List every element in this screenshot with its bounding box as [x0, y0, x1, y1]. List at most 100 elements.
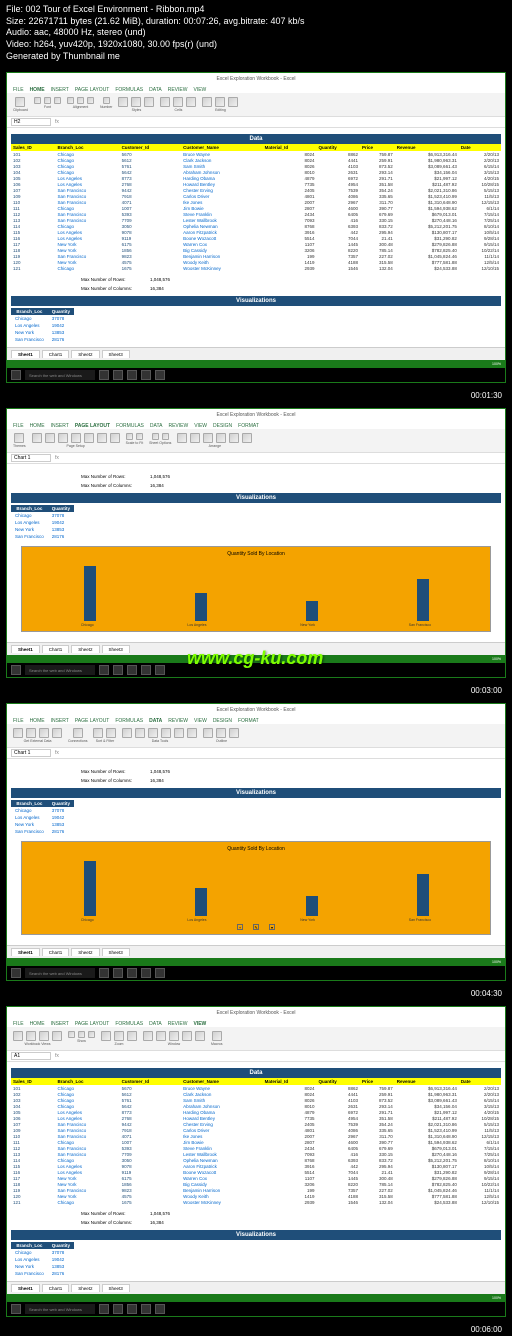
bring-forward-icon[interactable] [177, 433, 187, 443]
tab-pagelayout[interactable]: PAGE LAYOUT [75, 423, 110, 429]
table-row[interactable]: 121Chicago1675Wooster McKinney2939154613… [11, 265, 501, 271]
list-item[interactable]: Chicago37078 [11, 315, 74, 322]
size-icon[interactable] [58, 433, 68, 443]
format-table-icon[interactable] [131, 97, 141, 107]
bar[interactable] [306, 896, 318, 917]
bar[interactable] [84, 566, 96, 622]
chart-elements-icon[interactable]: + [237, 924, 243, 930]
tab-insert[interactable]: INSERT [51, 87, 69, 93]
tab-view[interactable]: VIEW [193, 1021, 206, 1027]
list-item[interactable]: New York13853 [11, 821, 74, 828]
underline-icon[interactable] [54, 97, 61, 104]
width-icon[interactable] [126, 433, 133, 440]
group-outline-icon[interactable] [203, 728, 213, 738]
align-left-icon[interactable] [67, 97, 74, 104]
format-cells-icon[interactable] [186, 97, 196, 107]
whatif-icon[interactable] [187, 728, 197, 738]
sheet-tab-4[interactable]: Sheet3 [102, 350, 130, 358]
bar-chart-selected[interactable]: Quantity Sold By Location ChicagoLos Ang… [21, 841, 491, 935]
normal-view-icon[interactable] [13, 1031, 23, 1041]
send-backward-icon[interactable] [190, 433, 200, 443]
headings-show-icon[interactable] [88, 1031, 95, 1038]
sort-icon[interactable] [93, 728, 103, 738]
data-validation-icon[interactable] [161, 728, 171, 738]
autosum-icon[interactable] [202, 97, 212, 107]
arrange-all-icon[interactable] [156, 1031, 166, 1041]
explorer-icon[interactable] [127, 370, 137, 380]
bold-icon[interactable] [34, 97, 41, 104]
table-row[interactable]: 121Chicago1675Wooster McKinney2939154613… [11, 1199, 501, 1205]
list-item[interactable]: New York13853 [11, 1263, 74, 1270]
bar[interactable] [417, 579, 429, 621]
breaks-icon[interactable] [84, 433, 94, 443]
list-item[interactable]: Chicago37078 [11, 512, 74, 519]
freeze-panes-icon[interactable] [169, 1031, 179, 1041]
list-item[interactable]: Los Angeles19042 [11, 1256, 74, 1263]
list-item[interactable]: Los Angeles19042 [11, 322, 74, 329]
sort-filter-icon[interactable] [215, 97, 225, 107]
orientation-icon[interactable] [45, 433, 55, 443]
sheet-tab-3[interactable]: Sheet2 [71, 350, 99, 358]
align-center-icon[interactable] [77, 97, 84, 104]
tab-formulas[interactable]: FORMULAS [115, 87, 143, 93]
gridlines-show-icon[interactable] [78, 1031, 85, 1038]
group-icon[interactable] [229, 433, 239, 443]
search-input[interactable]: Search the web and Windows [25, 370, 95, 380]
consolidate-icon[interactable] [174, 728, 184, 738]
tab-view[interactable]: VIEW [193, 87, 206, 93]
fx-icon[interactable]: fx [55, 119, 59, 125]
print-area-icon[interactable] [71, 433, 81, 443]
list-item[interactable]: Chicago37078 [11, 1249, 74, 1256]
background-icon[interactable] [97, 433, 107, 443]
conditional-format-icon[interactable] [118, 97, 128, 107]
insert-cells-icon[interactable] [160, 97, 170, 107]
from-access-icon[interactable] [13, 728, 23, 738]
from-other-icon[interactable] [52, 728, 62, 738]
number-format-icon[interactable] [103, 97, 110, 104]
list-item[interactable]: Chicago37078 [11, 807, 74, 814]
zoom-icon[interactable] [101, 1031, 111, 1041]
tab-review[interactable]: REVIEW [168, 87, 188, 93]
tab-data[interactable]: DATA [149, 718, 162, 724]
chart-styles-icon[interactable]: ✎ [253, 924, 259, 930]
hide-icon[interactable] [195, 1031, 205, 1041]
from-text-icon[interactable] [39, 728, 49, 738]
new-window-icon[interactable] [143, 1031, 153, 1041]
align-icon[interactable] [216, 433, 226, 443]
tab-file[interactable]: FILE [13, 87, 24, 93]
list-item[interactable]: San Francisco28176 [11, 533, 74, 540]
headings-icon[interactable] [162, 433, 169, 440]
print-titles-icon[interactable] [110, 433, 120, 443]
list-item[interactable]: New York13853 [11, 526, 74, 533]
align-right-icon[interactable] [87, 97, 94, 104]
list-item[interactable]: San Francisco28176 [11, 1270, 74, 1277]
worksheet[interactable]: Data Sales_IDBranch_LocCustomer_IdCustom… [7, 128, 505, 347]
list-item[interactable]: San Francisco28176 [11, 336, 74, 343]
list-item[interactable]: San Francisco28176 [11, 828, 74, 835]
custom-views-icon[interactable] [52, 1031, 62, 1041]
bar-chart[interactable]: Quantity Sold By Location ChicagoLos Ang… [21, 546, 491, 632]
cell-styles-icon[interactable] [144, 97, 154, 107]
subtotal-icon[interactable] [229, 728, 239, 738]
from-web-icon[interactable] [26, 728, 36, 738]
excel-taskbar-icon[interactable] [155, 370, 165, 380]
flash-fill-icon[interactable] [135, 728, 145, 738]
refresh-all-icon[interactable] [73, 728, 83, 738]
name-box[interactable]: H2 [11, 118, 51, 126]
margins-icon[interactable] [32, 433, 42, 443]
bar[interactable] [84, 861, 96, 917]
tab-pagelayout[interactable]: PAGE LAYOUT [75, 87, 110, 93]
start-icon[interactable] [11, 370, 21, 380]
filter-icon[interactable] [106, 728, 116, 738]
bar[interactable] [306, 601, 318, 622]
paste-icon[interactable] [15, 97, 25, 107]
tab-format[interactable]: FORMAT [238, 423, 259, 429]
italic-icon[interactable] [44, 97, 51, 104]
find-select-icon[interactable] [228, 97, 238, 107]
edge-icon[interactable] [113, 370, 123, 380]
remove-dup-icon[interactable] [148, 728, 158, 738]
list-item[interactable]: Los Angeles19042 [11, 814, 74, 821]
bar[interactable] [195, 888, 207, 917]
zoom-100-icon[interactable] [114, 1031, 124, 1041]
bar[interactable] [417, 874, 429, 916]
